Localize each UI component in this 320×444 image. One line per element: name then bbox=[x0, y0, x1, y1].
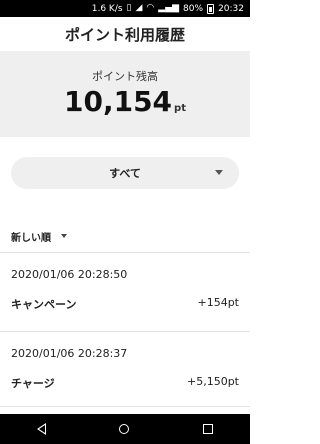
navigation-bar bbox=[0, 414, 250, 444]
signal-icon: ◢ bbox=[135, 3, 143, 13]
status-bar: 1.6 K/s ▯ ◢ ◠ ▂▄▆ 80% 20:32 bbox=[0, 0, 250, 17]
battery-percent: 80% bbox=[183, 3, 204, 14]
balance-unit: pt bbox=[174, 103, 186, 114]
balance-value: 10,154 bbox=[63, 85, 173, 118]
entry-points: +5,150pt bbox=[186, 375, 239, 388]
clock: 20:32 bbox=[218, 3, 244, 14]
sort-dropdown[interactable]: 新しい順 bbox=[11, 228, 67, 244]
network-speed: 1.6 K/s bbox=[91, 3, 123, 14]
signal-bars-icon: ▂▄▆ bbox=[158, 3, 180, 13]
vibrate-icon: ▯ bbox=[126, 3, 132, 13]
chevron-down-icon bbox=[215, 170, 223, 175]
balance-label: ポイント残高 bbox=[92, 70, 158, 83]
divider bbox=[0, 406, 250, 407]
entry-points: +154pt bbox=[197, 296, 239, 309]
entry-name: チャージ bbox=[11, 377, 55, 390]
entry-datetime: 2020/01/06 20:28:37 bbox=[11, 347, 128, 360]
chevron-down-icon bbox=[61, 234, 67, 238]
filter-dropdown[interactable]: すべて bbox=[11, 157, 239, 189]
wifi-icon: ◠ bbox=[146, 3, 155, 13]
back-icon[interactable] bbox=[36, 423, 46, 435]
divider bbox=[0, 252, 250, 253]
entry-name: キャンペーン bbox=[11, 298, 77, 311]
recent-apps-icon[interactable] bbox=[203, 424, 214, 434]
balance-amount: 10,154 pt bbox=[0, 85, 250, 118]
page-title: ポイント利用履歴 bbox=[64, 25, 185, 44]
balance-card: ポイント残高 10,154 pt bbox=[0, 51, 250, 137]
entry-datetime: 2020/01/06 20:28:50 bbox=[11, 268, 128, 281]
battery-icon bbox=[207, 3, 215, 14]
filter-selected-label: すべて bbox=[109, 167, 141, 180]
home-icon[interactable] bbox=[119, 424, 130, 434]
sort-selected-label: 新しい順 bbox=[11, 232, 51, 244]
divider bbox=[0, 331, 250, 332]
